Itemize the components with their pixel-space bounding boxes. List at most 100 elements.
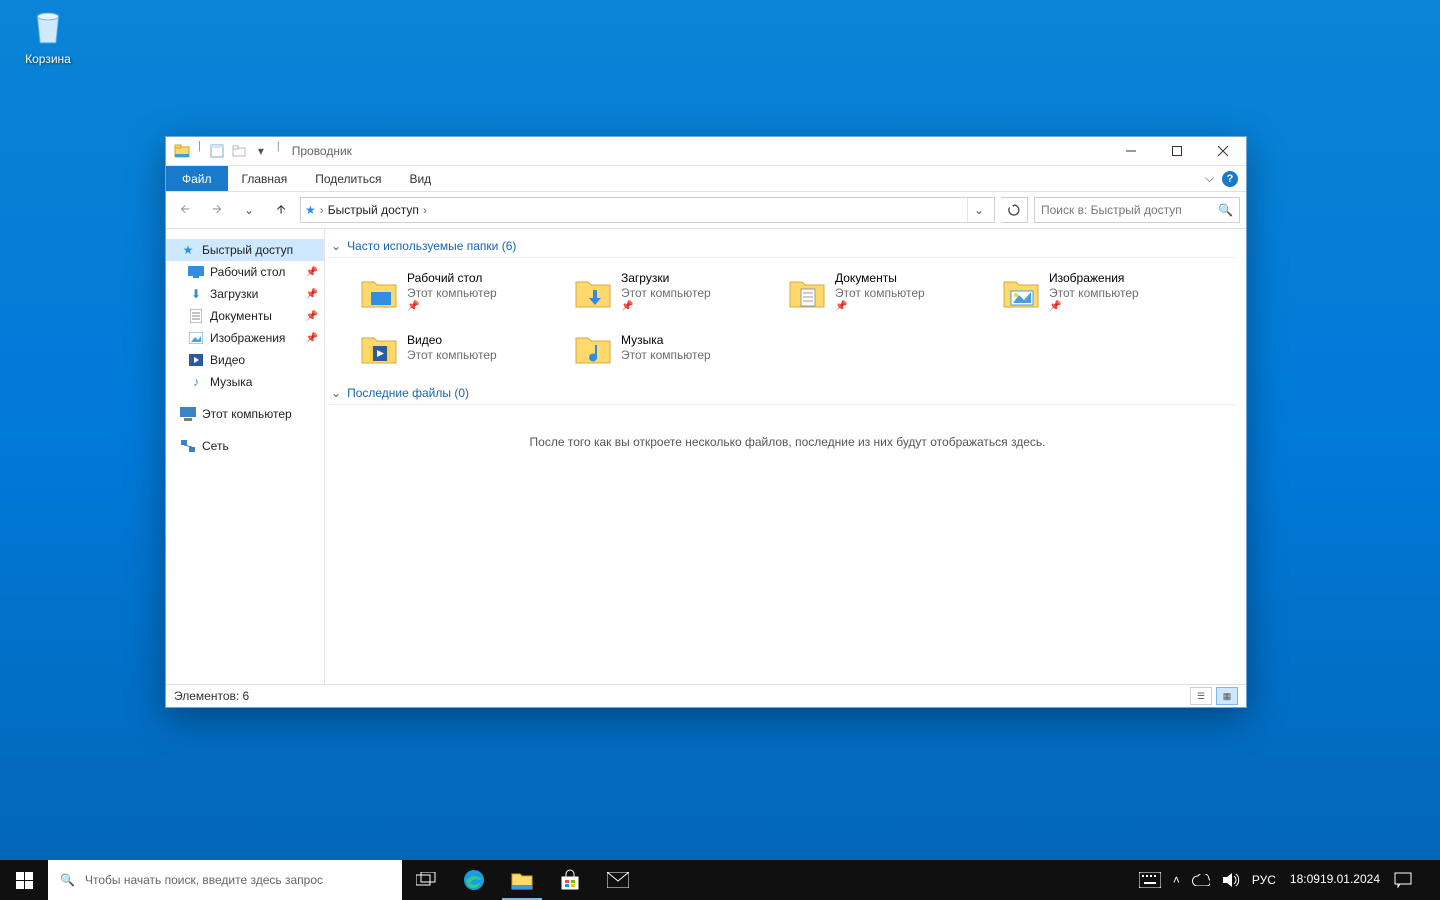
folder-desktop-icon <box>359 272 399 312</box>
taskbar-search[interactable]: 🔍 Чтобы начать поиск, введите здесь запр… <box>48 860 402 900</box>
task-view-button[interactable] <box>402 860 450 900</box>
search-placeholder: Поиск в: Быстрый доступ <box>1041 203 1182 217</box>
download-icon: ⬇ <box>188 286 204 302</box>
chevron-right-icon: › <box>423 203 427 217</box>
qat-new-folder-icon[interactable] <box>229 141 249 161</box>
address-bar-row: 🡨 🡪 ⌄ 🡩 ★ › Быстрый доступ › ⌄ Поиск в: … <box>166 192 1246 229</box>
folder-pictures-icon <box>1001 272 1041 312</box>
tray-action-center-icon[interactable] <box>1388 860 1418 900</box>
pin-icon: 📌 <box>306 311 318 322</box>
help-icon[interactable]: ? <box>1222 171 1238 187</box>
view-details-button[interactable]: ☰ <box>1190 687 1212 705</box>
nav-music[interactable]: ♪ Музыка <box>166 371 324 393</box>
folder-videos[interactable]: Видео Этот компьютер <box>359 322 569 374</box>
folder-documents-icon <box>787 272 827 312</box>
search-icon: 🔍 <box>1218 203 1233 217</box>
recycle-bin-icon <box>27 6 69 48</box>
show-desktop-button[interactable] <box>1418 860 1436 900</box>
breadcrumb-location: Быстрый доступ <box>328 203 419 217</box>
group-recent-files[interactable]: ⌄ Последние файлы (0) <box>329 382 1236 405</box>
navigation-pane: ★ Быстрый доступ Рабочий стол 📌 ⬇ Загруз… <box>166 229 325 684</box>
folder-music[interactable]: Музыка Этот компьютер <box>573 322 783 374</box>
folder-documents[interactable]: Документы Этот компьютер 📌 <box>787 266 997 318</box>
network-icon <box>180 438 196 454</box>
music-icon: ♪ <box>188 374 204 390</box>
folder-desktop[interactable]: Рабочий стол Этот компьютер 📌 <box>359 266 569 318</box>
folder-music-icon <box>573 328 613 368</box>
taskbar-mail[interactable] <box>594 860 642 900</box>
tray-show-hidden-icon[interactable]: ˄ <box>1167 860 1186 900</box>
nav-documents[interactable]: Документы 📌 <box>166 305 324 327</box>
tray-volume-icon[interactable] <box>1216 860 1246 900</box>
chevron-right-icon: › <box>320 203 324 217</box>
tray-clock[interactable]: 18:09 19.01.2024 <box>1282 860 1388 900</box>
folder-downloads-icon <box>573 272 613 312</box>
taskbar-edge[interactable] <box>450 860 498 900</box>
qat-dropdown-icon[interactable]: ▾ <box>251 141 271 161</box>
tray-input-indicator[interactable] <box>1133 860 1167 900</box>
breadcrumb[interactable]: ★ › Быстрый доступ › ⌄ <box>300 197 995 223</box>
chevron-down-icon: ⌄ <box>331 239 341 253</box>
group-frequent-folders[interactable]: ⌄ Часто используемые папки (6) <box>329 235 1236 258</box>
nav-desktop[interactable]: Рабочий стол 📌 <box>166 261 324 283</box>
window-title: Проводник <box>292 144 352 158</box>
tab-view[interactable]: Вид <box>395 166 445 191</box>
pin-icon: 📌 <box>835 301 925 314</box>
pin-icon: 📌 <box>306 267 318 278</box>
video-icon <box>188 352 204 368</box>
status-item-count: Элементов: 6 <box>174 689 249 703</box>
minimize-button[interactable] <box>1108 137 1154 165</box>
up-button[interactable]: 🡩 <box>268 197 294 223</box>
tab-file[interactable]: Файл <box>166 166 228 191</box>
explorer-window: | ▾ | Проводник Файл Главная Поделиться … <box>165 136 1247 708</box>
recent-files-empty-message: После того как вы откроете несколько фай… <box>329 405 1246 479</box>
start-button[interactable] <box>0 860 48 900</box>
address-dropdown-icon[interactable]: ⌄ <box>967 198 990 222</box>
refresh-button[interactable] <box>1001 197 1028 223</box>
picture-icon <box>188 330 204 346</box>
desktop-icon <box>188 264 204 280</box>
pin-icon: 📌 <box>306 333 318 344</box>
nav-pictures[interactable]: Изображения 📌 <box>166 327 324 349</box>
tab-share[interactable]: Поделиться <box>301 166 395 191</box>
pin-icon: 📌 <box>621 301 711 314</box>
back-button[interactable]: 🡨 <box>172 197 198 223</box>
tray-language[interactable]: РУС <box>1246 860 1282 900</box>
folder-downloads[interactable]: Загрузки Этот компьютер 📌 <box>573 266 783 318</box>
recent-locations-icon[interactable]: ⌄ <box>236 197 262 223</box>
quick-access-star-icon: ★ <box>305 203 316 217</box>
document-icon <box>188 308 204 324</box>
folder-videos-icon <box>359 328 399 368</box>
pin-icon: 📌 <box>1049 301 1139 314</box>
nav-quick-access[interactable]: ★ Быстрый доступ <box>166 239 324 261</box>
pin-icon: 📌 <box>306 289 318 300</box>
taskbar-store[interactable] <box>546 860 594 900</box>
taskbar: 🔍 Чтобы начать поиск, введите здесь запр… <box>0 860 1440 900</box>
nav-network[interactable]: Сеть <box>166 435 324 457</box>
pin-icon: 📌 <box>407 301 497 314</box>
nav-videos[interactable]: Видео <box>166 349 324 371</box>
tray-onedrive-icon[interactable] <box>1186 860 1216 900</box>
star-icon: ★ <box>180 242 196 258</box>
qat-properties-icon[interactable] <box>207 141 227 161</box>
explorer-app-icon <box>172 141 192 161</box>
recycle-bin-label: Корзина <box>10 52 86 66</box>
titlebar: | ▾ | Проводник <box>166 137 1246 166</box>
forward-button[interactable]: 🡪 <box>204 197 230 223</box>
search-input[interactable]: Поиск в: Быстрый доступ 🔍 <box>1034 197 1240 223</box>
chevron-down-icon: ⌄ <box>331 386 341 400</box>
maximize-button[interactable] <box>1154 137 1200 165</box>
close-button[interactable] <box>1200 137 1246 165</box>
status-bar: Элементов: 6 ☰ ▦ <box>166 684 1246 707</box>
view-large-icons-button[interactable]: ▦ <box>1216 687 1238 705</box>
search-icon: 🔍 <box>60 873 75 887</box>
desktop-recycle-bin[interactable]: Корзина <box>10 6 86 66</box>
nav-downloads[interactable]: ⬇ Загрузки 📌 <box>166 283 324 305</box>
ribbon-expand-icon[interactable]: ⌵ <box>1205 171 1214 186</box>
tab-home[interactable]: Главная <box>228 166 302 191</box>
taskbar-search-placeholder: Чтобы начать поиск, введите здесь запрос <box>85 873 323 887</box>
ribbon: Файл Главная Поделиться Вид ⌵ ? <box>166 166 1246 192</box>
nav-this-pc[interactable]: Этот компьютер <box>166 403 324 425</box>
taskbar-explorer[interactable] <box>498 860 546 900</box>
folder-pictures[interactable]: Изображения Этот компьютер 📌 <box>1001 266 1211 318</box>
